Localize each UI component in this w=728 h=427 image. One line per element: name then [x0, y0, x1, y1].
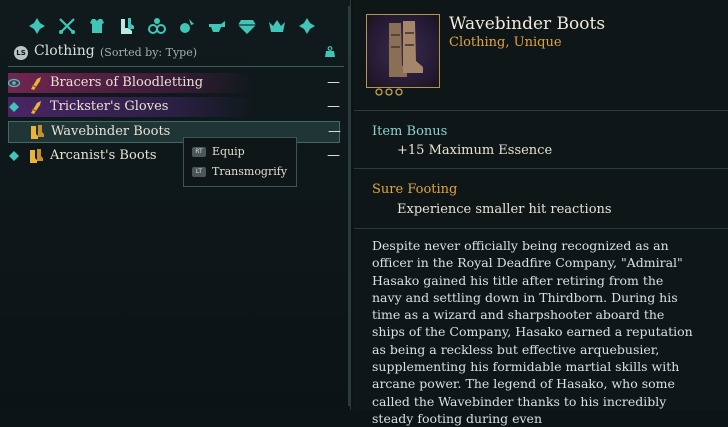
category-header: LS Clothing (Sorted by: Type) [8, 40, 344, 67]
valuables-icon[interactable] [265, 14, 289, 38]
divider [354, 110, 728, 111]
item-bonus-header: Item Bonus [372, 124, 448, 139]
equipped-eye-icon [8, 78, 20, 88]
clothing-icon[interactable] [115, 14, 139, 38]
boots-icon [30, 149, 43, 163]
item-lore: Despite never officially being recognize… [372, 238, 693, 426]
sort-label[interactable]: (Sorted by: Type) [100, 46, 197, 59]
ls-button-icon[interactable]: LS [14, 46, 28, 60]
sure-footing-desc: Experience smaller hit reactions [397, 202, 612, 217]
bracers-icon [31, 77, 41, 90]
equipped-diamond-icon [9, 151, 19, 161]
transmogrify-option[interactable]: LT Transmogrify [192, 163, 287, 181]
divider [354, 228, 728, 229]
weapons-icon[interactable] [55, 14, 79, 38]
armor-icon[interactable] [85, 14, 109, 38]
weight-icon [325, 46, 335, 57]
item-value: — [327, 75, 340, 90]
context-menu: RT Equip LT Transmogrify [183, 137, 297, 187]
all-items-icon[interactable] [25, 14, 49, 38]
lt-button-icon: LT [192, 167, 206, 177]
item-title: Wavebinder Boots [449, 14, 606, 34]
category-title: Clothing [34, 43, 95, 59]
category-tabs [25, 14, 319, 38]
boots-image-icon [389, 21, 423, 77]
equip-label: Equip [212, 145, 245, 158]
item-value: — [327, 99, 340, 114]
item-value: — [327, 148, 340, 163]
crafting-icon[interactable] [205, 14, 229, 38]
equip-option[interactable]: RT Equip [192, 143, 245, 161]
misc-icon[interactable] [295, 14, 319, 38]
boots-icon [31, 125, 44, 139]
equipped-diamond-icon [9, 102, 19, 112]
unique-badge-icon [375, 88, 403, 96]
transmogrify-label: Transmogrify [212, 165, 288, 178]
list-item[interactable]: Bracers of Bloodletting — [8, 73, 340, 93]
item-portrait [366, 14, 440, 96]
item-detail-panel: Wavebinder Boots Clothing, Unique Item B… [354, 0, 728, 426]
divider [354, 168, 728, 169]
item-name: Trickster's Gloves [50, 99, 169, 114]
item-name: Wavebinder Boots [51, 124, 171, 139]
consumables-icon[interactable] [175, 14, 199, 38]
item-name: Bracers of Bloodletting [50, 75, 204, 90]
accessories-icon[interactable] [145, 14, 169, 38]
panel-divider [348, 6, 350, 406]
sure-footing-header: Sure Footing [372, 182, 458, 197]
item-name: Arcanist's Boots [50, 148, 157, 163]
inventory-panel: LS Clothing (Sorted by: Type) Bracers of… [0, 0, 351, 410]
rt-button-icon: RT [192, 147, 206, 157]
gloves-icon [31, 101, 41, 114]
gems-icon[interactable] [235, 14, 259, 38]
item-value: — [328, 124, 341, 139]
item-subtitle: Clothing, Unique [449, 35, 562, 50]
item-bonus-value: +15 Maximum Essence [397, 143, 553, 158]
list-item[interactable]: Trickster's Gloves — [8, 97, 340, 117]
